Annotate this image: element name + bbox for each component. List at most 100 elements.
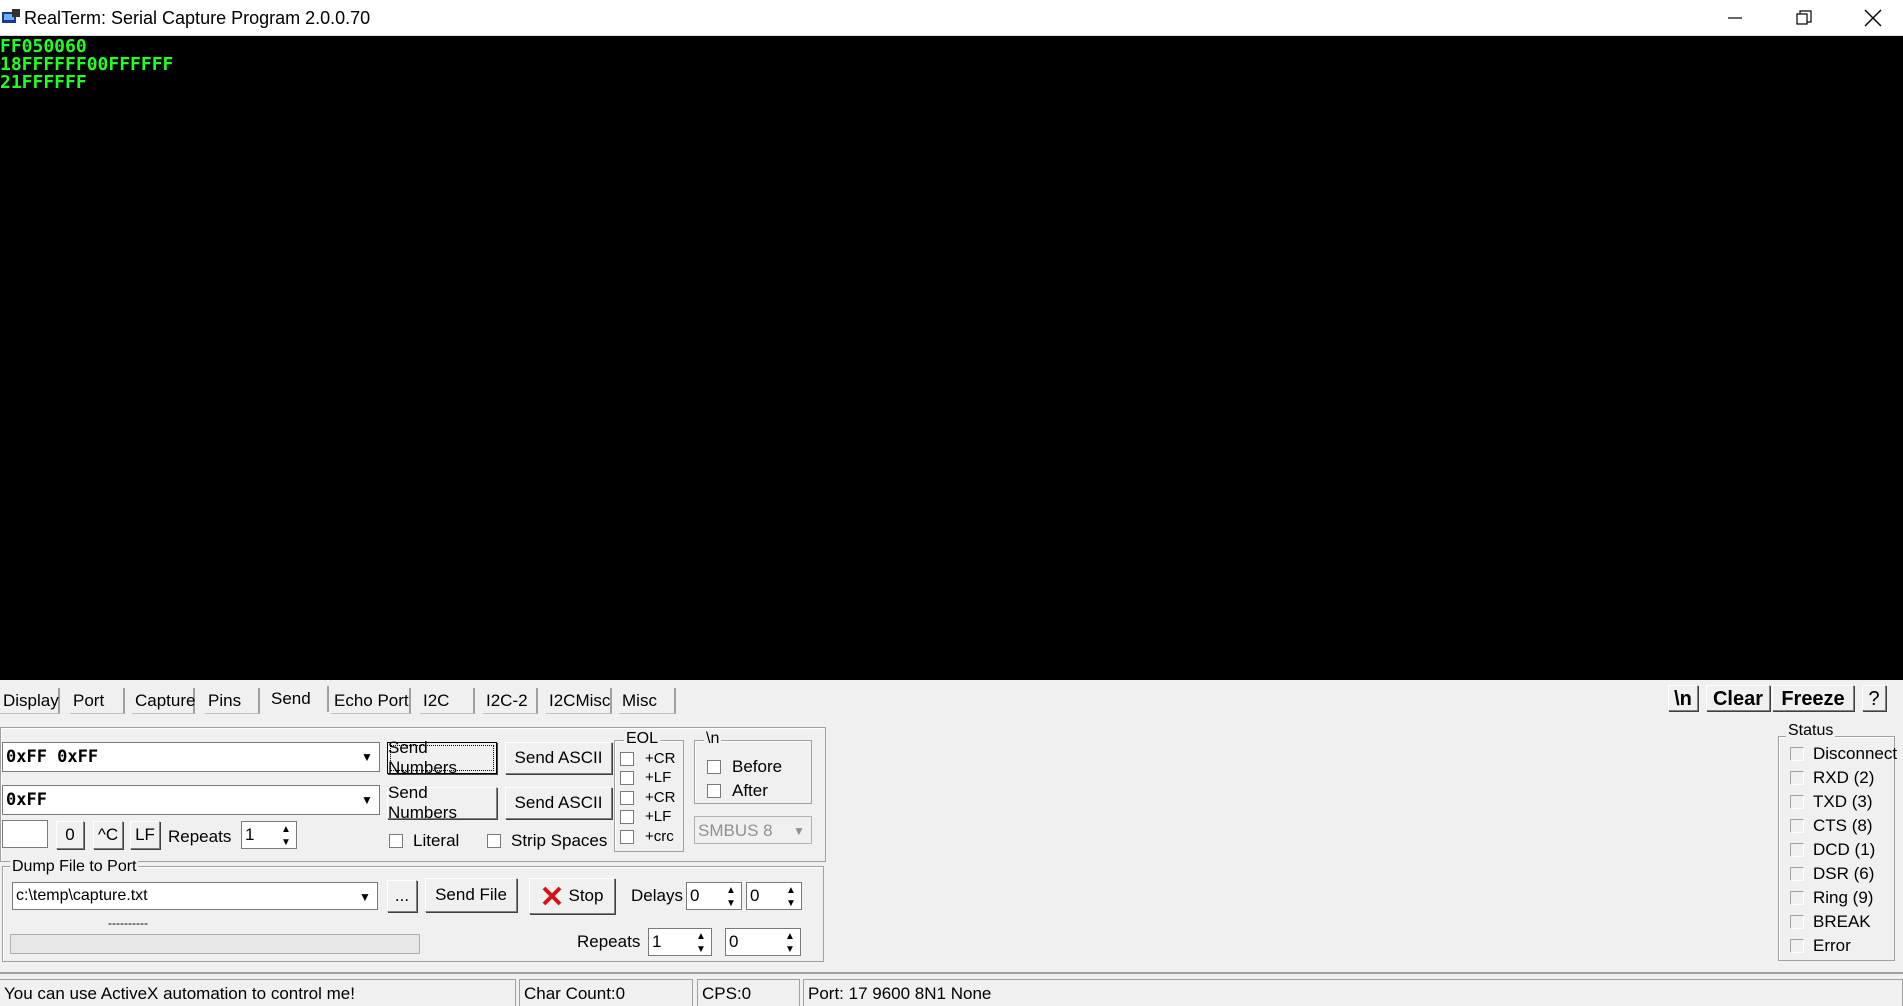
- browse-button[interactable]: ...: [387, 880, 417, 912]
- statusbar-message: You can use ActiveX automation to contro…: [0, 979, 516, 1006]
- chevron-down-icon[interactable]: ▼: [355, 887, 375, 907]
- status-break: BREAK: [1813, 912, 1871, 931]
- send-numbers-button-1[interactable]: Send Numbers: [387, 738, 497, 777]
- app-icon: [2, 9, 20, 25]
- close-icon[interactable]: [1838, 0, 1903, 36]
- tab-port[interactable]: Port: [70, 688, 125, 714]
- status-rxd: RXD (2): [1813, 768, 1875, 787]
- tab-i2c[interactable]: I2C: [420, 688, 475, 714]
- status-led: [1790, 747, 1804, 761]
- tab-capture[interactable]: Capture: [132, 688, 195, 714]
- send-file-button[interactable]: Send File: [425, 878, 517, 912]
- lf-button[interactable]: LF: [130, 821, 160, 849]
- send-input-2[interactable]: 0xFF ▼: [2, 785, 380, 815]
- ctrl-c-button[interactable]: ^C: [93, 821, 123, 849]
- window-title: RealTerm: Serial Capture Program 2.0.0.7…: [24, 8, 371, 28]
- terminal-display[interactable]: FF050060 18FFFFFF00FFFFFF 21FFFFFF: [0, 36, 1903, 680]
- title-bar: RealTerm: Serial Capture Program 2.0.0.7…: [0, 0, 1903, 36]
- send-input-2-value: 0xFF: [6, 790, 47, 810]
- strip-spaces-checkbox[interactable]: [487, 834, 501, 848]
- repeats-label: Repeats: [168, 827, 232, 846]
- dump-repeats-spinner-2[interactable]: 0 ▲ ▼: [725, 928, 801, 956]
- eol-title: EOL: [624, 730, 661, 748]
- spin-arrows-icon[interactable]: ▲ ▼: [782, 884, 800, 910]
- tab-echo-port[interactable]: Echo Port: [331, 688, 411, 714]
- spin-arrows-icon[interactable]: ▲ ▼: [781, 930, 799, 956]
- status-led: [1790, 771, 1804, 785]
- status-cts: CTS (8): [1813, 816, 1873, 835]
- statusbar-char-count: Char Count:0: [519, 979, 693, 1006]
- after-label: After: [732, 781, 768, 800]
- eol-option: +LF: [645, 769, 672, 786]
- zero-button[interactable]: 0: [56, 821, 84, 849]
- smbus-select[interactable]: SMBUS 8 ▼: [694, 816, 812, 844]
- status-led: [1790, 891, 1804, 905]
- status-led: [1790, 915, 1804, 929]
- spin-arrows-icon[interactable]: ▲ ▼: [277, 823, 295, 849]
- char-input[interactable]: [2, 820, 48, 848]
- status-dsr: DSR (6): [1813, 864, 1875, 883]
- strip-spaces-label: Strip Spaces: [511, 831, 608, 850]
- status-title: Status: [1786, 722, 1836, 740]
- eol-cr2-checkbox[interactable]: [620, 791, 634, 805]
- dump-progress-bar: [10, 934, 420, 954]
- eol-cr-checkbox[interactable]: [620, 752, 634, 766]
- stop-x-icon: [542, 886, 561, 906]
- tab-i2c-2[interactable]: I2C-2: [483, 688, 538, 714]
- delays-label: Delays: [631, 886, 683, 905]
- terminal-line: 21FFFFFF: [0, 72, 87, 93]
- tab-misc[interactable]: Misc: [619, 688, 676, 714]
- restore-icon[interactable]: [1769, 0, 1839, 36]
- spin-arrows-icon[interactable]: ▲ ▼: [692, 930, 710, 956]
- spin-arrows-icon[interactable]: ▲ ▼: [722, 884, 740, 910]
- eol-option: +LF: [645, 808, 672, 825]
- eol-option: +crc: [645, 828, 674, 845]
- chevron-down-icon[interactable]: ▼: [357, 790, 377, 810]
- eol-crc-checkbox[interactable]: [620, 830, 634, 844]
- status-ring: Ring (9): [1813, 888, 1874, 907]
- send-ascii-button-2[interactable]: Send ASCII: [505, 787, 612, 819]
- status-led: [1790, 795, 1804, 809]
- delay-spinner-1[interactable]: 0 ▲ ▼: [686, 882, 742, 910]
- tab-i2cmisc[interactable]: I2CMisc: [546, 688, 612, 714]
- send-input-1[interactable]: 0xFF 0xFF ▼: [2, 742, 380, 772]
- eol-option: +CR: [645, 750, 676, 767]
- progress-text: ----------: [108, 916, 148, 930]
- after-checkbox[interactable]: [707, 784, 721, 798]
- status-disconnect: Disconnect: [1813, 744, 1898, 763]
- before-label: Before: [732, 757, 783, 776]
- help-button[interactable]: ?: [1862, 685, 1886, 711]
- status-led: [1790, 867, 1804, 881]
- repeats-spinner[interactable]: 1 ▲ ▼: [241, 821, 297, 849]
- minimize-icon[interactable]: [1700, 0, 1770, 36]
- status-dcd: DCD (1): [1813, 840, 1876, 859]
- eol-lf-checkbox[interactable]: [620, 771, 634, 785]
- chevron-down-icon[interactable]: ▼: [357, 747, 377, 767]
- tab-send[interactable]: Send: [268, 686, 329, 712]
- delay-spinner-2[interactable]: 0 ▲ ▼: [746, 882, 802, 910]
- status-led: [1790, 939, 1804, 953]
- newline-button[interactable]: \n: [1668, 685, 1698, 711]
- clear-button[interactable]: Clear: [1706, 685, 1770, 711]
- eol-option: +CR: [645, 789, 676, 806]
- send-numbers-button-2[interactable]: Send Numbers: [387, 783, 497, 822]
- send-ascii-button-1[interactable]: Send ASCII: [505, 742, 612, 774]
- chevron-down-icon[interactable]: ▼: [789, 821, 809, 841]
- tab-pins[interactable]: Pins: [205, 688, 260, 714]
- statusbar-port: Port: 17 9600 8N1 None: [803, 979, 1903, 1006]
- tab-display[interactable]: Display: [0, 688, 60, 714]
- before-checkbox[interactable]: [707, 760, 721, 774]
- literal-checkbox[interactable]: [389, 834, 403, 848]
- dump-repeats-label: Repeats: [577, 932, 641, 951]
- dump-file-title: Dump File to Port: [10, 858, 139, 876]
- statusbar-cps: CPS:0: [697, 979, 800, 1006]
- eol-lf2-checkbox[interactable]: [620, 810, 634, 824]
- status-led: [1790, 819, 1804, 833]
- status-error: Error: [1813, 936, 1851, 955]
- dump-file-input[interactable]: c:\temp\capture.txt ▼: [12, 882, 378, 910]
- literal-label: Literal: [413, 831, 460, 850]
- stop-button[interactable]: Stop: [529, 878, 615, 914]
- dump-repeats-spinner-1[interactable]: 1 ▲ ▼: [648, 928, 712, 956]
- newline-group-title: \n: [704, 730, 722, 748]
- freeze-button[interactable]: Freeze: [1772, 685, 1854, 711]
